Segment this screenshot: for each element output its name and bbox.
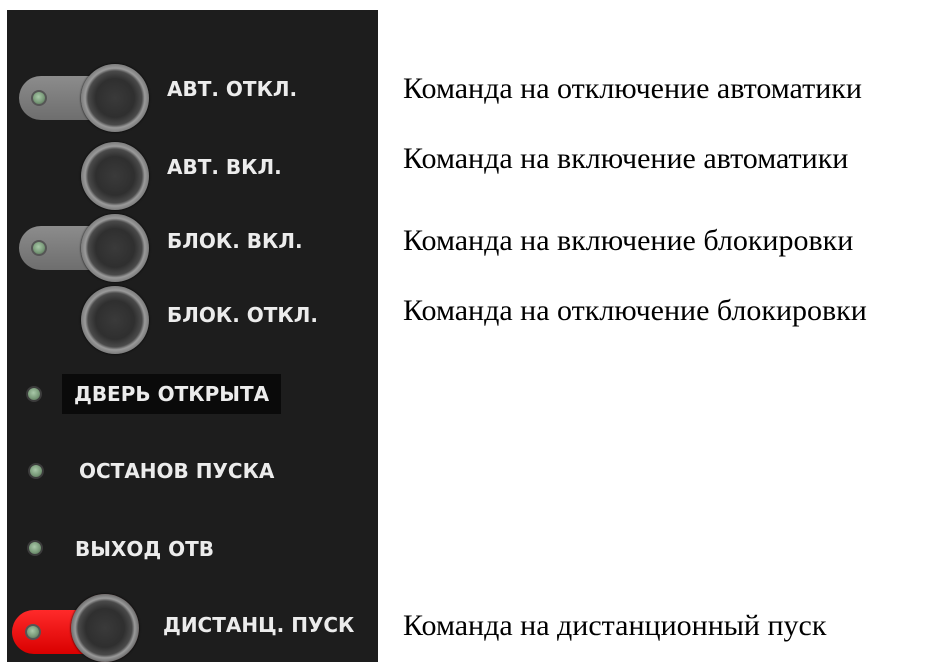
start-stop-label: ОСТАНОВ ПУСКА — [79, 459, 275, 483]
block-off-label: БЛОК. ОТКЛ. — [167, 303, 318, 327]
auto-off-description: Команда на отключение автоматики — [403, 72, 862, 105]
block-off-button[interactable] — [81, 286, 149, 354]
remote-start-button[interactable] — [71, 594, 139, 662]
auto-on-label: АВТ. ВКЛ. — [167, 155, 282, 179]
block-on-indicator-led — [31, 240, 47, 256]
auto-off-button[interactable] — [81, 64, 149, 132]
output-ovs-indicator-led — [27, 540, 43, 556]
start-stop-indicator-led — [28, 463, 44, 479]
block-on-description: Команда на включение блокировки — [403, 224, 854, 257]
control-panel: АВТ. ОТКЛ. АВТ. ВКЛ. БЛОК. ВКЛ. БЛОК. ОТ… — [7, 10, 378, 662]
remote-start-description: Команда на дистанционный пуск — [403, 609, 827, 642]
auto-on-description: Команда на включение автоматики — [403, 142, 849, 175]
block-off-description: Команда на отключение блокировки — [403, 294, 867, 327]
output-ovs-label: ВЫХОД ОТВ — [75, 537, 215, 561]
door-open-indicator-led — [26, 386, 42, 402]
remote-start-label: ДИСТАНЦ. ПУСК — [163, 613, 355, 637]
auto-off-label: АВТ. ОТКЛ. — [167, 77, 298, 101]
block-on-label: БЛОК. ВКЛ. — [167, 229, 303, 253]
auto-off-indicator-led — [31, 90, 47, 106]
door-open-label: ДВЕРЬ ОТКРЫТА — [62, 374, 282, 414]
remote-start-indicator-led — [25, 624, 41, 640]
block-on-button[interactable] — [81, 214, 149, 282]
auto-on-button[interactable] — [81, 142, 149, 210]
